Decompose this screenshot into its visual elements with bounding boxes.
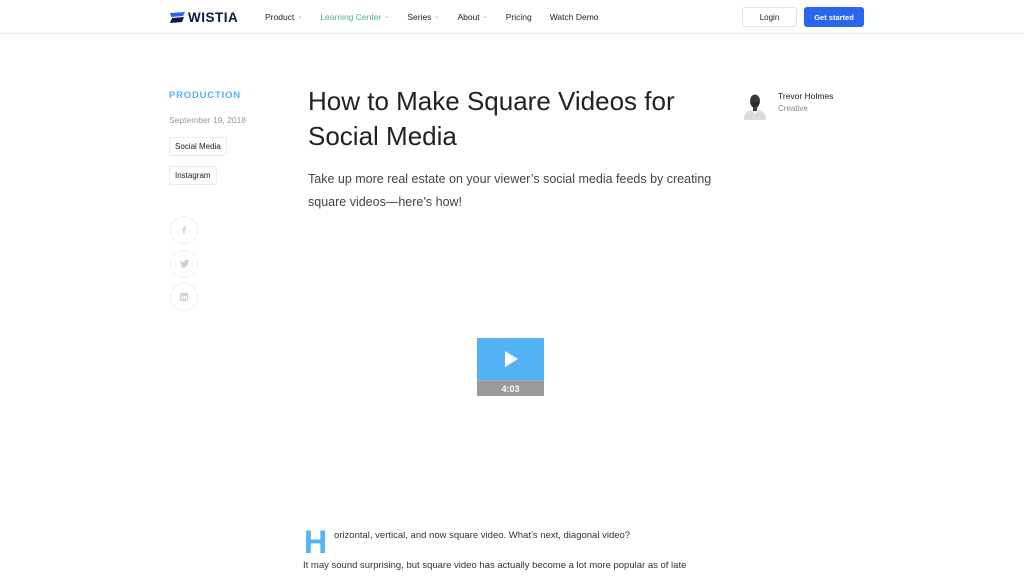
chevron-down-icon: ⌄: [482, 13, 488, 20]
publish-date: September 19, 2018: [169, 115, 247, 125]
tag-social-media[interactable]: Social Media: [169, 137, 227, 156]
play-icon: [504, 351, 518, 367]
get-started-button[interactable]: Get started: [804, 7, 864, 27]
drop-cap: H: [304, 524, 328, 560]
body-text-line: orizontal, vertical, and now square vide…: [334, 530, 631, 541]
nav-item-about[interactable]: About ⌄: [457, 12, 487, 22]
nav-links: Product ⌄ Learning Center ⌄ Series ⌄ Abo…: [265, 12, 617, 22]
play-button[interactable]: [477, 338, 544, 380]
login-button[interactable]: Login: [742, 7, 797, 27]
nav-item-label: About: [457, 12, 480, 22]
body-text-line: It may sound surprising, but square vide…: [303, 560, 687, 571]
video-duration: 4:03: [477, 380, 544, 396]
logo-text: WISTIA: [188, 9, 239, 25]
nav-item-label: Learning Center: [320, 12, 382, 22]
share-facebook-button[interactable]: [170, 216, 198, 244]
top-navigation: WISTIA Product ⌄ Learning Center ⌄ Serie…: [0, 0, 1024, 34]
author-avatar: [742, 90, 768, 120]
nav-item-series[interactable]: Series ⌄: [407, 12, 439, 22]
twitter-icon: [179, 260, 189, 268]
author-name[interactable]: Trevor Holmes: [778, 91, 833, 101]
nav-item-pricing[interactable]: Pricing: [506, 12, 532, 22]
chevron-down-icon: ⌄: [297, 13, 303, 20]
wistia-logo-icon: [170, 11, 185, 23]
facebook-icon: [182, 226, 186, 234]
nav-item-label: Watch Demo: [549, 12, 599, 22]
video-player[interactable]: 4:03: [477, 338, 544, 396]
nav-item-label: Series: [407, 12, 432, 22]
author-role: Creative: [778, 104, 808, 113]
nav-item-watch-demo[interactable]: Watch Demo: [550, 12, 599, 22]
linkedin-icon: [180, 293, 188, 301]
avatar-image: [742, 90, 768, 120]
share-twitter-button[interactable]: [170, 250, 198, 278]
tag-instagram[interactable]: Instagram: [169, 166, 217, 185]
nav-item-product[interactable]: Product ⌄: [265, 12, 302, 22]
article-title: How to Make Square Videos for Social Med…: [308, 86, 675, 151]
chevron-down-icon: ⌄: [434, 13, 440, 20]
nav-item-learning-center[interactable]: Learning Center ⌄: [320, 12, 389, 22]
chevron-down-icon: ⌄: [384, 13, 390, 20]
nav-item-label: Pricing: [505, 12, 532, 22]
share-linkedin-button[interactable]: [170, 283, 198, 311]
article-subtitle: Take up more real estate on your viewer’…: [308, 172, 712, 209]
category-link[interactable]: PRODUCTION: [169, 90, 241, 101]
nav-item-label: Product: [265, 12, 295, 22]
wistia-logo[interactable]: WISTIA: [170, 9, 239, 25]
